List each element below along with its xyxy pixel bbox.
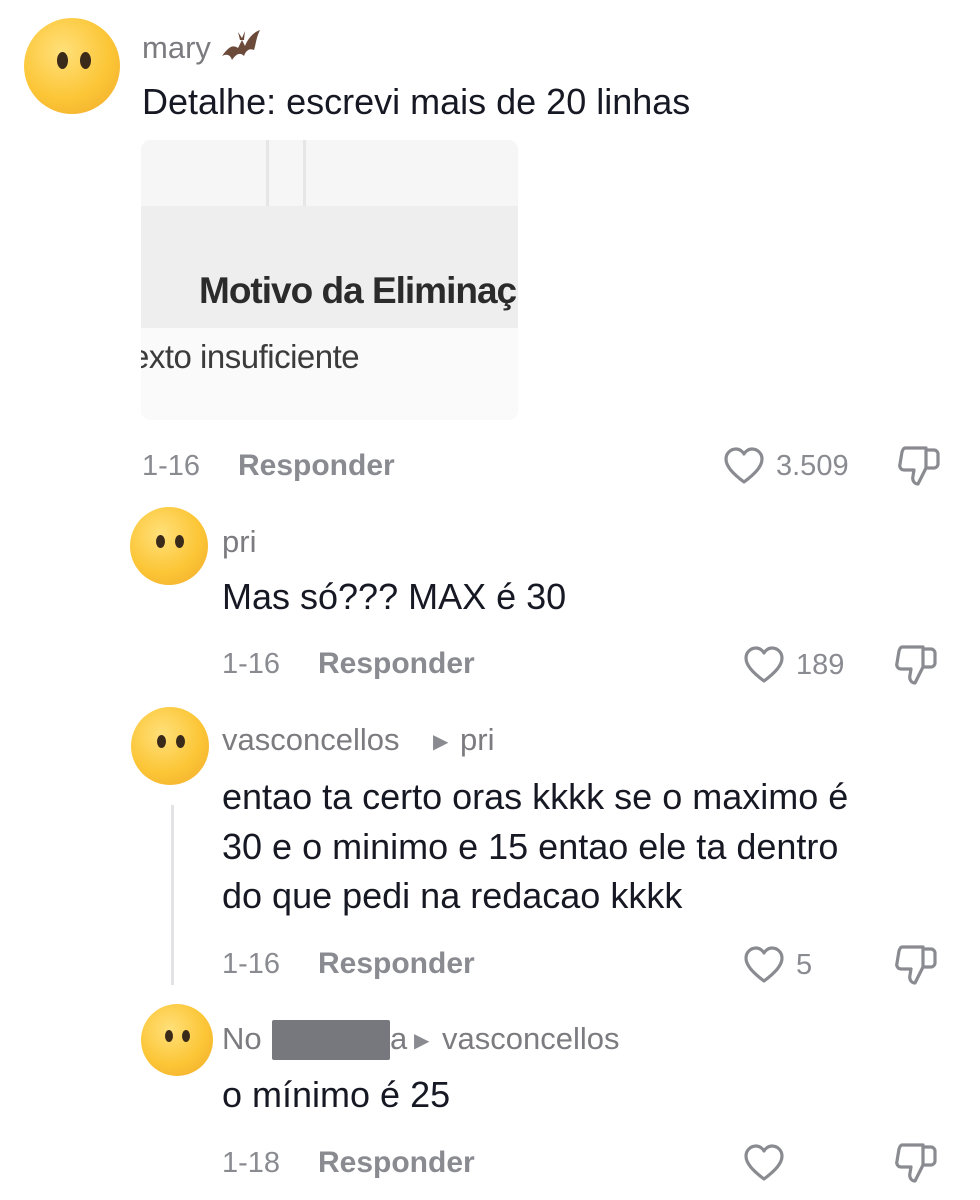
comment-text: Mas só??? MAX é 30 — [222, 576, 567, 617]
avatar[interactable] — [130, 507, 208, 585]
comment-username[interactable]: mary — [142, 30, 211, 66]
reply-button[interactable]: Responder — [238, 449, 395, 483]
bat-icon — [218, 26, 262, 69]
heart-outline-icon[interactable] — [742, 1143, 786, 1188]
heart-outline-icon[interactable] — [722, 446, 766, 491]
avatar[interactable] — [141, 1004, 213, 1076]
comment-text-line: 30 e o minimo e 15 entao ele ta dentro — [222, 826, 839, 867]
avatar-eye — [165, 1030, 173, 1042]
attached-image[interactable]: Motivo da Eliminaç exto insuficiente — [141, 140, 518, 420]
comment-date: 1-16 — [142, 450, 201, 482]
heart-outline-icon[interactable] — [742, 645, 786, 690]
reply-to-username[interactable]: pri — [460, 722, 494, 758]
caret-right-icon: ▶ — [414, 1030, 430, 1052]
comment-username[interactable]: pri — [222, 524, 256, 560]
avatar-eye — [175, 535, 184, 548]
thumbs-down-icon[interactable] — [893, 1141, 939, 1190]
like-count: 5 — [796, 949, 813, 981]
avatar-eye — [80, 52, 91, 69]
like-count: 3.509 — [776, 450, 849, 482]
comment-username[interactable]: vasconcellos — [222, 722, 399, 758]
image-subtitle: exto insuficiente — [141, 338, 360, 375]
avatar-eye — [57, 52, 68, 69]
comment-text-line: entao ta certo oras kkkk se o maximo é — [222, 776, 849, 817]
avatar-eye — [176, 735, 185, 748]
avatar-eye — [182, 1030, 190, 1042]
avatar[interactable] — [131, 707, 209, 785]
thread-line — [171, 805, 174, 985]
reply-button[interactable]: Responder — [318, 947, 475, 981]
reply-button[interactable]: Responder — [318, 1146, 475, 1180]
comment-text-line: do que pedi na redacao kkkk — [222, 875, 683, 916]
comment-text: o mínimo é 25 — [222, 1074, 451, 1115]
like-count: 189 — [796, 649, 845, 681]
redaction-bar — [272, 1020, 390, 1060]
image-header-strip — [141, 140, 518, 206]
image-divider — [303, 140, 306, 206]
heart-outline-icon[interactable] — [742, 945, 786, 990]
avatar-eye — [157, 735, 166, 748]
comment-username-start[interactable]: No — [222, 1021, 262, 1057]
image-divider — [266, 140, 269, 206]
comment-username-end[interactable]: a — [390, 1021, 407, 1057]
reply-button[interactable]: Responder — [318, 647, 475, 681]
thumbs-down-icon[interactable] — [893, 943, 939, 992]
image-title: Motivo da Eliminaç — [199, 270, 517, 311]
thumbs-down-icon[interactable] — [893, 643, 939, 692]
reply-to-username[interactable]: vasconcellos — [442, 1021, 619, 1057]
thumbs-down-icon[interactable] — [896, 444, 942, 493]
avatar-eye — [156, 535, 165, 548]
caret-right-icon: ▶ — [433, 731, 449, 753]
comment-date: 1-18 — [222, 1147, 281, 1179]
comment-date: 1-16 — [222, 948, 281, 980]
avatar[interactable] — [24, 18, 120, 114]
comment-date: 1-16 — [222, 648, 281, 680]
comment-text: Detalhe: escrevi mais de 20 linhas — [142, 81, 691, 122]
